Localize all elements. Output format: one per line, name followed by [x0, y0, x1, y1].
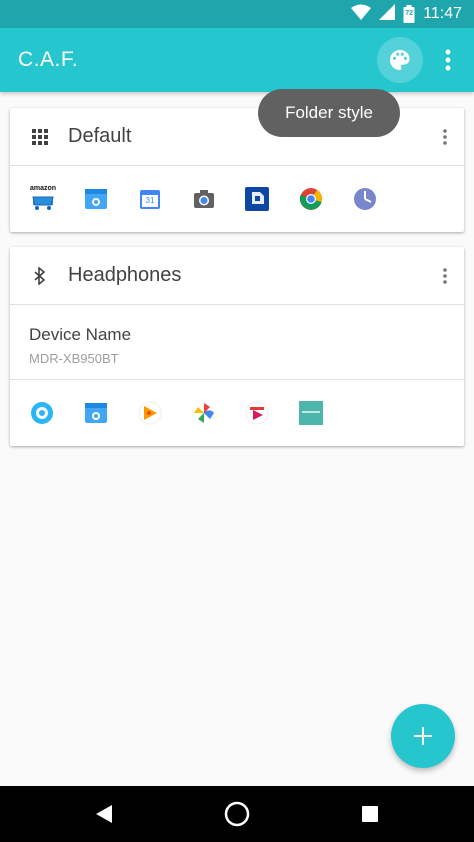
app-bar: C.A.F. [0, 28, 474, 92]
device-name-value: MDR-XB950BT [29, 351, 119, 366]
home-button[interactable] [223, 800, 251, 828]
folder-card-headphones: Headphones Device Name MDR-XB950BT [10, 247, 464, 446]
more-vert-icon [445, 49, 451, 71]
wifi-icon [351, 4, 372, 25]
palette-icon [390, 50, 410, 70]
status-icons: 72 11:47 [351, 3, 462, 25]
cell-signal-icon [379, 3, 396, 25]
back-button[interactable] [90, 800, 118, 828]
tasks-app-icon[interactable] [84, 187, 108, 211]
status-bar: 72 11:47 [0, 0, 474, 28]
home-icon [224, 801, 250, 827]
folder-apps-row: amazon 31 [10, 166, 464, 232]
play-movies-icon[interactable] [245, 401, 269, 425]
photos-pinwheel-icon[interactable] [192, 401, 216, 425]
more-vert-icon [443, 268, 447, 284]
add-folder-button[interactable] [391, 704, 455, 768]
calendar-day: 31 [145, 196, 155, 205]
play-music-icon[interactable] [138, 401, 162, 425]
amazon-shopping-icon[interactable]: amazon [30, 185, 57, 211]
clock-time: 11:47 [423, 5, 462, 22]
amazon-label: amazon [30, 185, 57, 192]
teal-app-icon[interactable] [299, 401, 323, 425]
clock-icon[interactable] [353, 187, 377, 211]
device-name-label: Device Name [29, 325, 132, 344]
bluetooth-icon [30, 266, 50, 286]
more-vert-icon [443, 129, 447, 145]
battery-icon: 72 [403, 5, 415, 23]
overflow-menu-button[interactable] [436, 43, 460, 77]
folder-card-default: Default amazon 31 [10, 108, 464, 232]
chase-bank-icon[interactable] [245, 187, 269, 211]
recents-button[interactable] [356, 800, 384, 828]
folder-menu-button[interactable] [440, 125, 450, 149]
navigation-bar [0, 786, 474, 842]
tasks-app-icon[interactable] [84, 401, 108, 425]
calendar-icon[interactable]: 31 [138, 187, 162, 211]
folder-title: Default [68, 125, 132, 147]
recents-icon [362, 806, 378, 822]
folder-title: Headphones [68, 264, 182, 286]
folder-style-button[interactable] [377, 37, 423, 83]
chrome-icon[interactable] [299, 187, 323, 211]
app-title: C.A.F. [18, 48, 79, 71]
apps-grid-icon [30, 127, 50, 147]
battery-level: 72 [405, 10, 414, 17]
folder-apps-row [10, 380, 464, 446]
folder-header[interactable]: Headphones [10, 247, 464, 305]
flower-app-icon[interactable] [30, 401, 54, 425]
camera-icon[interactable] [192, 187, 216, 211]
folder-style-tooltip: Folder style [258, 89, 400, 137]
back-icon [96, 805, 112, 823]
device-info[interactable]: Device Name MDR-XB950BT [10, 305, 464, 380]
folder-menu-button[interactable] [440, 264, 450, 288]
add-icon [414, 727, 432, 745]
